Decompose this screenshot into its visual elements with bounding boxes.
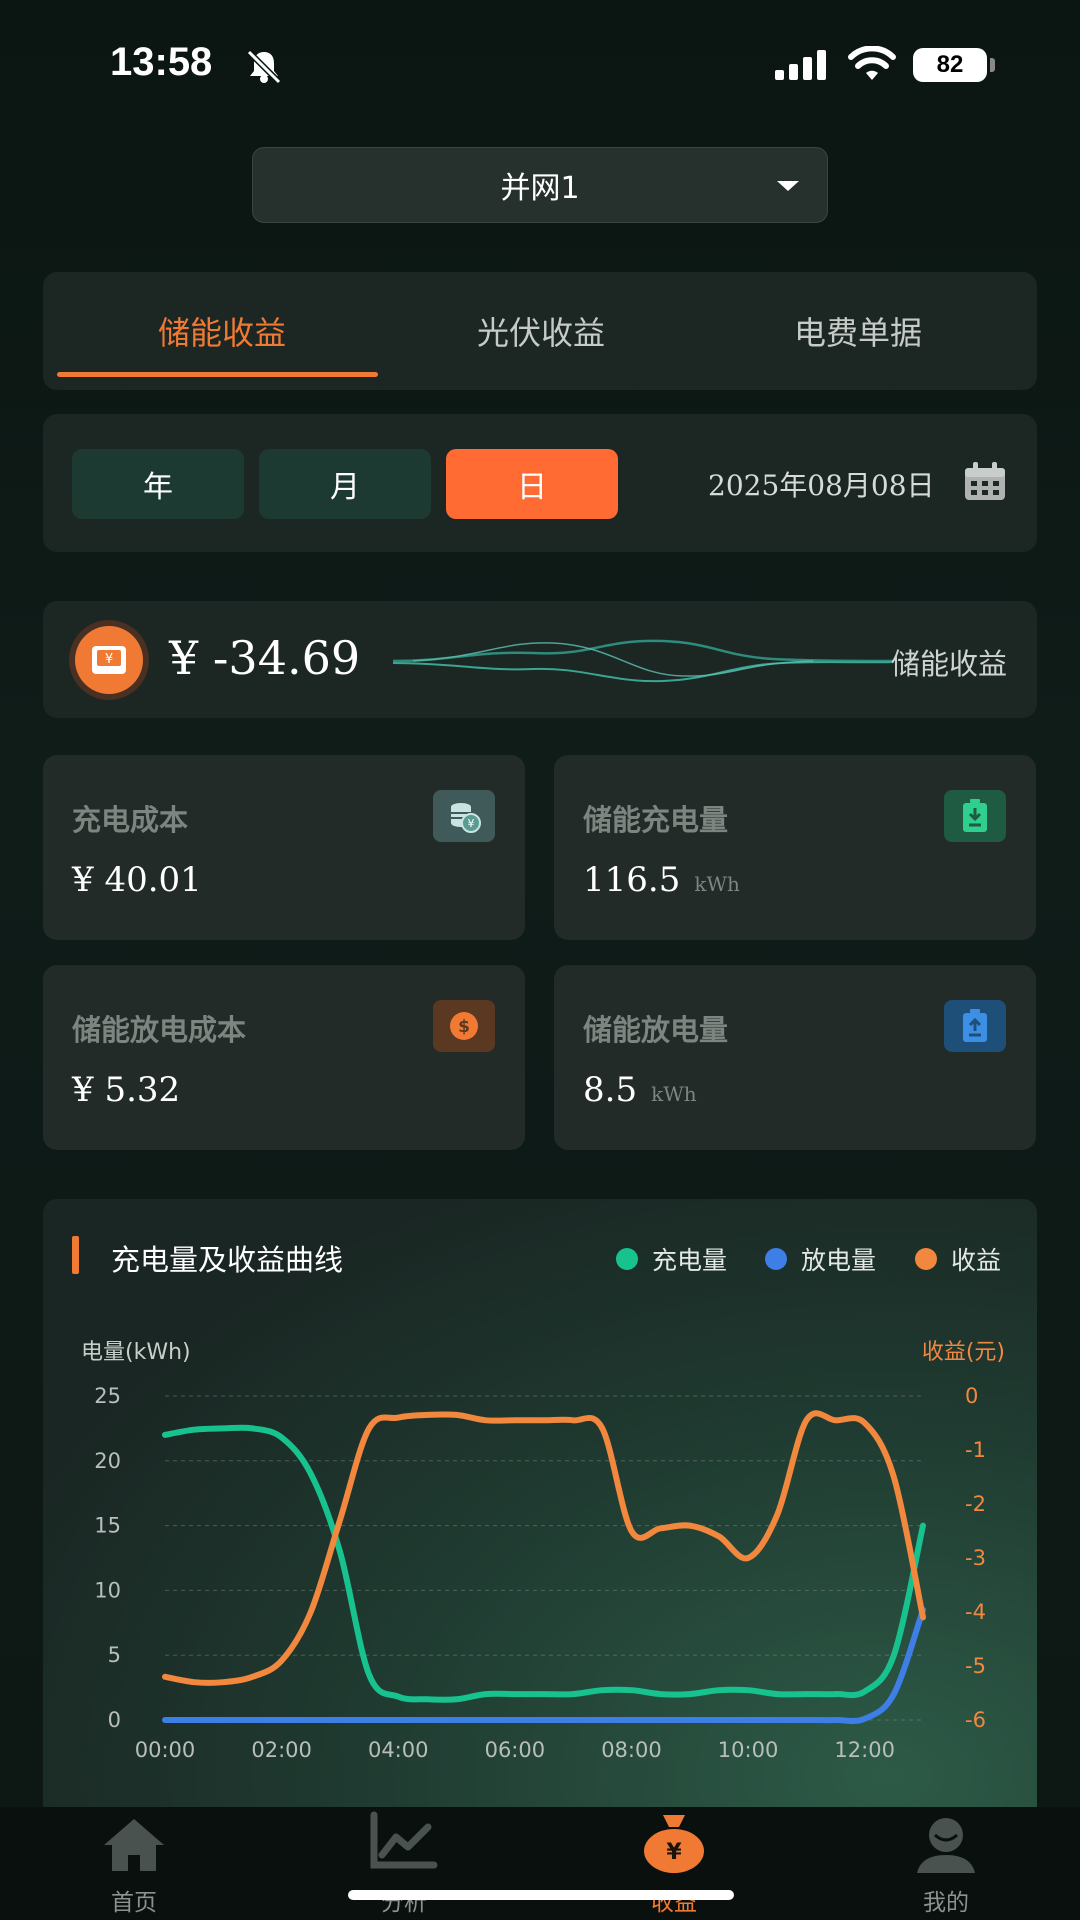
- y-right-tick-label: 0: [965, 1384, 978, 1408]
- x-tick-label: 02:00: [251, 1738, 312, 1762]
- y-tick-label: 20: [94, 1449, 121, 1473]
- coin-stack-icon: ¥: [433, 790, 495, 842]
- income-summary-card: ¥ ¥ -34.69 储能收益: [43, 601, 1037, 718]
- bottom-nav: 首页 分析 ¥ 收益 我的: [0, 1807, 1080, 1920]
- svg-text:¥: ¥: [105, 652, 113, 667]
- stat-title: 储能放电成本: [72, 1013, 247, 1047]
- nav-home[interactable]: 首页: [34, 1807, 234, 1920]
- stat-value: ¥ 5.32: [72, 1070, 181, 1110]
- y-tick-label: 25: [94, 1384, 121, 1408]
- stat-title: 储能充电量: [583, 803, 729, 837]
- bell-muted-icon: [246, 49, 282, 84]
- svg-text:$: $: [458, 1017, 470, 1037]
- line-chart: 25 20 15 10 5 0 0 -1 -2 -3 -4 -5 -6 00:00 02:00 04:00 06…: [81, 1340, 1005, 1762]
- status-time: 13:58: [110, 40, 213, 84]
- signal-icon: [775, 50, 826, 80]
- x-tick-label: 04:00: [368, 1738, 429, 1762]
- y-axis-title: 电量(kWh): [81, 1340, 191, 1365]
- dollar-coin-icon: $: [433, 1000, 495, 1052]
- period-month-button[interactable]: 月: [259, 449, 431, 519]
- x-tick-label: 00:00: [135, 1738, 196, 1762]
- tab-pv-income[interactable]: 光伏收益: [376, 272, 706, 390]
- money-bag-icon: ¥: [644, 1815, 704, 1873]
- series-line-income: [162, 1410, 926, 1686]
- stat-value: ¥ 40.01: [72, 860, 202, 900]
- battery-charge-icon: [944, 790, 1006, 842]
- nav-income[interactable]: ¥ 收益: [574, 1807, 774, 1920]
- caret-down-icon: [777, 181, 799, 191]
- calendar-icon[interactable]: [963, 462, 1007, 502]
- tab-electricity-bills[interactable]: 电费单据: [693, 272, 1023, 390]
- site-selector-value: 并网1: [500, 171, 580, 206]
- period-day-button[interactable]: 日: [446, 449, 618, 519]
- nav-label: 分析: [381, 1890, 427, 1916]
- chart-icon: [370, 1811, 438, 1869]
- wave-decoration: [393, 639, 893, 683]
- active-tab-underline: [57, 372, 378, 377]
- y-tick-label: 15: [94, 1514, 121, 1538]
- y-right-tick-label: -3: [965, 1546, 986, 1570]
- chart-card: 充电量及收益曲线 充电量 放电量 收益 25 20 15 10 5 0 0 -1 -2 -3 -4-…: [43, 1199, 1037, 1839]
- series-line-charge: [162, 1424, 926, 1703]
- period-selector: 年 月 日 2025年08月08日: [43, 414, 1037, 552]
- charge-cost-card: 充电成本 ¥ 40.01 ¥: [43, 755, 525, 940]
- discharge-energy-card: 储能放电量 8.5 kWh: [554, 965, 1036, 1150]
- charge-energy-card: 储能充电量 116.5 kWh: [554, 755, 1036, 940]
- home-icon: [104, 1819, 164, 1871]
- y-right-tick-label: -1: [965, 1438, 986, 1462]
- y-right-axis-title: 收益(元): [922, 1340, 1005, 1365]
- yuan-coin-icon: ¥: [75, 626, 143, 694]
- income-total-value: ¥ -34.69: [169, 631, 361, 685]
- battery-tip: [990, 58, 995, 72]
- nav-label: 收益: [651, 1890, 697, 1916]
- y-right-tick-label: -5: [965, 1654, 986, 1678]
- nav-profile[interactable]: 我的: [846, 1807, 1046, 1920]
- nav-analysis[interactable]: 分析: [304, 1807, 504, 1920]
- income-tabs: 储能收益 光伏收益 电费单据: [43, 272, 1037, 390]
- battery-discharge-icon: [944, 1000, 1006, 1052]
- period-year-button[interactable]: 年: [72, 449, 244, 519]
- stat-title: 充电成本: [72, 803, 189, 837]
- y-right-tick-label: -6: [965, 1708, 986, 1732]
- y-tick-label: 0: [108, 1708, 121, 1732]
- wifi-icon: [848, 46, 896, 80]
- site-selector-dropdown[interactable]: 并网1: [252, 147, 828, 223]
- home-indicator: [348, 1890, 734, 1900]
- x-tick-label: 12:00: [834, 1738, 895, 1762]
- selected-date[interactable]: 2025年08月08日: [708, 464, 935, 504]
- stat-value: 116.5 kWh: [583, 860, 740, 900]
- y-tick-label: 10: [94, 1578, 121, 1602]
- svg-text:¥: ¥: [468, 817, 475, 830]
- battery-indicator: 82: [913, 48, 987, 82]
- y-tick-label: 5: [108, 1643, 121, 1667]
- svg-text:¥: ¥: [666, 1840, 682, 1865]
- stat-value: 8.5 kWh: [583, 1070, 697, 1110]
- x-tick-label: 10:00: [718, 1738, 779, 1762]
- nav-label: 我的: [923, 1890, 969, 1916]
- y-right-tick-label: -2: [965, 1492, 986, 1516]
- income-label: 储能收益: [890, 647, 1007, 681]
- x-tick-label: 06:00: [485, 1738, 546, 1762]
- status-bar: 13:58 82: [0, 0, 1080, 130]
- discharge-cost-card: 储能放电成本 ¥ 5.32 $: [43, 965, 525, 1150]
- x-tick-label: 08:00: [601, 1738, 662, 1762]
- stat-title: 储能放电量: [583, 1013, 729, 1047]
- nav-label: 首页: [111, 1890, 157, 1916]
- user-icon: [917, 1818, 975, 1873]
- y-right-tick-label: -4: [965, 1600, 986, 1624]
